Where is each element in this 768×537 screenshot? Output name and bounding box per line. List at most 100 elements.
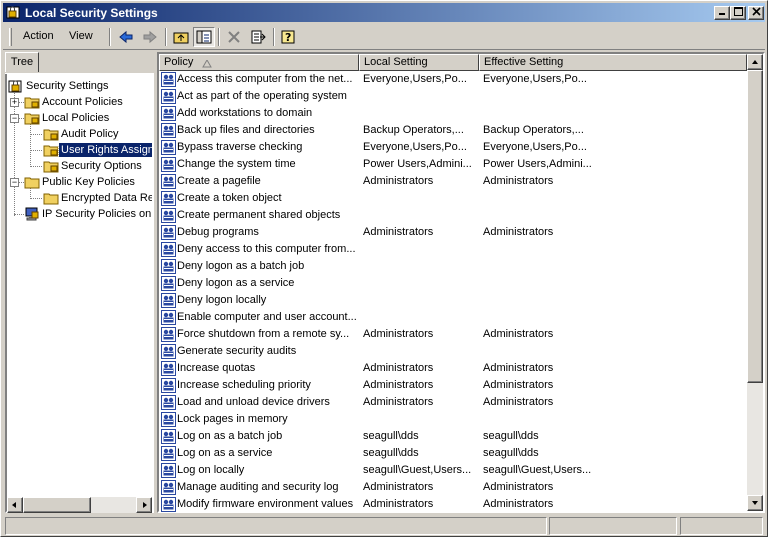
user-right-policy-icon [161,242,176,257]
scroll-thumb[interactable] [747,70,763,383]
tree-node-local-policies[interactable]: Local Policies [24,110,111,126]
table-row[interactable]: Add workstations to domain [159,105,747,122]
column-header-policy[interactable]: Policy [159,54,359,71]
toolbar-separator [273,28,275,46]
toolbar-grip[interactable] [9,28,12,46]
tree-line [30,123,31,167]
policy-list[interactable]: Access this computer from the net... Ever… [159,71,747,513]
table-row[interactable]: Log on as a service seagull\dds seagull\dd… [159,445,747,462]
table-row[interactable]: Create a token object [159,190,747,207]
table-row[interactable]: Deny logon as a service [159,275,747,292]
ip-security-icon [25,207,39,221]
back-button[interactable] [115,27,137,47]
console-tree[interactable]: Security Settings + Account Policies − L… [7,75,152,497]
policy-folder-open-icon [24,113,40,125]
menu-view[interactable]: View [69,30,93,42]
policy-name: Enable computer and user account... [177,311,357,323]
policy-name: Create a pagefile [177,175,261,187]
expand-icon[interactable]: + [10,98,19,107]
toolbar-separator [165,28,167,46]
menu-action[interactable]: Action [23,30,54,42]
tree-node-label: Public Key Policies [42,176,135,188]
table-row[interactable]: Act as part of the operating system [159,88,747,105]
table-row[interactable]: Back up files and directories Backup Oper… [159,122,747,139]
tree-node-label: IP Security Policies on Local Machine [42,208,152,220]
folder-icon [43,193,59,205]
scroll-up-button[interactable] [747,54,763,70]
forward-button[interactable] [139,27,161,47]
user-right-policy-icon [161,463,176,478]
policy-name: Access this computer from the net... [177,73,353,85]
table-row[interactable]: Change the system time Power Users,Admini… [159,156,747,173]
user-right-policy-icon [161,276,176,291]
show-hide-tree-button[interactable] [193,27,215,47]
table-row[interactable]: Bypass traverse checking Everyone,Users,P… [159,139,747,156]
table-row[interactable]: Load and unload device drivers Administra… [159,394,747,411]
table-row[interactable]: Access this computer from the net... Ever… [159,71,747,88]
table-row[interactable]: Manage auditing and security log Administ… [159,479,747,496]
tree-node-user-rights-assignment[interactable]: User Rights Assignment [43,142,152,158]
table-row[interactable]: Generate security audits [159,343,747,360]
table-row[interactable]: Enable computer and user account... [159,309,747,326]
table-row[interactable]: Deny logon locally [159,292,747,309]
table-row[interactable]: Debug programs Administrators Administrato… [159,224,747,241]
tree-line [30,198,42,199]
tree-line [30,166,42,167]
menu-action-label: Action [23,30,54,42]
close-button[interactable] [748,6,764,20]
maximize-icon [733,7,743,16]
table-row[interactable]: Deny access to this computer from... [159,241,747,258]
collapse-icon[interactable]: − [10,114,19,123]
policy-name: Debug programs [177,226,259,238]
column-header-local-setting[interactable]: Local Setting [359,54,479,71]
table-row[interactable]: Create a pagefile Administrators Administr… [159,173,747,190]
table-row[interactable]: Increase quotas Administrators Administrat… [159,360,747,377]
effective-setting: seagull\dds [483,447,539,459]
local-setting: Administrators [363,362,434,374]
maximize-button[interactable] [730,6,746,20]
table-row[interactable]: Increase scheduling priority Administrato… [159,377,747,394]
user-right-policy-icon [161,157,176,172]
status-pane-main [5,517,547,535]
scroll-left-button[interactable] [7,497,23,513]
tree-node-audit-policy[interactable]: Audit Policy [43,126,120,142]
forward-arrow-icon [143,30,157,44]
console-tree-icon [196,30,212,44]
tab-tree[interactable]: Tree [5,52,39,72]
tree-line [14,214,24,215]
effective-setting: Administrators [483,362,554,374]
delete-icon [228,31,240,43]
policy-name: Log on locally [177,464,245,476]
tree-horizontal-scrollbar[interactable] [7,497,152,513]
effective-setting: Administrators [483,379,554,391]
tree-node-encrypted-data-recovery[interactable]: Encrypted Data Recovery Agents [43,190,152,206]
help-button[interactable]: ? [278,27,300,47]
export-list-button[interactable] [247,27,269,47]
table-row[interactable]: Force shutdown from a remote sy... Admini… [159,326,747,343]
status-pane [549,517,677,535]
table-row[interactable]: Modify firmware environment values Admini… [159,496,747,513]
tree-node-security-options[interactable]: Security Options [43,158,144,174]
delete-button[interactable] [223,27,245,47]
table-row[interactable]: Log on as a batch job seagull\dds seagull\… [159,428,747,445]
scroll-thumb[interactable] [23,497,91,513]
table-row[interactable]: Lock pages in memory [159,411,747,428]
tree-node-security-settings[interactable]: Security Settings [8,78,111,94]
table-row[interactable]: Log on locally seagull\Guest,Users... seag… [159,462,747,479]
title-bar[interactable]: Local Security Settings [3,3,765,22]
collapse-icon[interactable]: − [10,178,19,187]
minimize-button[interactable] [714,6,730,20]
tree-node-account-policies[interactable]: Account Policies [24,94,125,110]
up-one-level-button[interactable] [170,27,192,47]
table-row[interactable]: Create permanent shared objects [159,207,747,224]
scroll-down-button[interactable] [747,495,763,511]
status-pane [680,517,763,535]
local-setting: Administrators [363,226,434,238]
tree-node-public-key-policies[interactable]: Public Key Policies [24,174,137,190]
tree-node-ip-security-policies[interactable]: IP Security Policies on Local Machine [24,206,152,222]
table-row[interactable]: Deny logon as a batch job [159,258,747,275]
list-vertical-scrollbar[interactable] [747,54,763,511]
column-header-effective-setting[interactable]: Effective Setting [479,54,747,71]
scroll-right-button[interactable] [136,497,152,513]
down-arrow-icon [752,501,758,505]
